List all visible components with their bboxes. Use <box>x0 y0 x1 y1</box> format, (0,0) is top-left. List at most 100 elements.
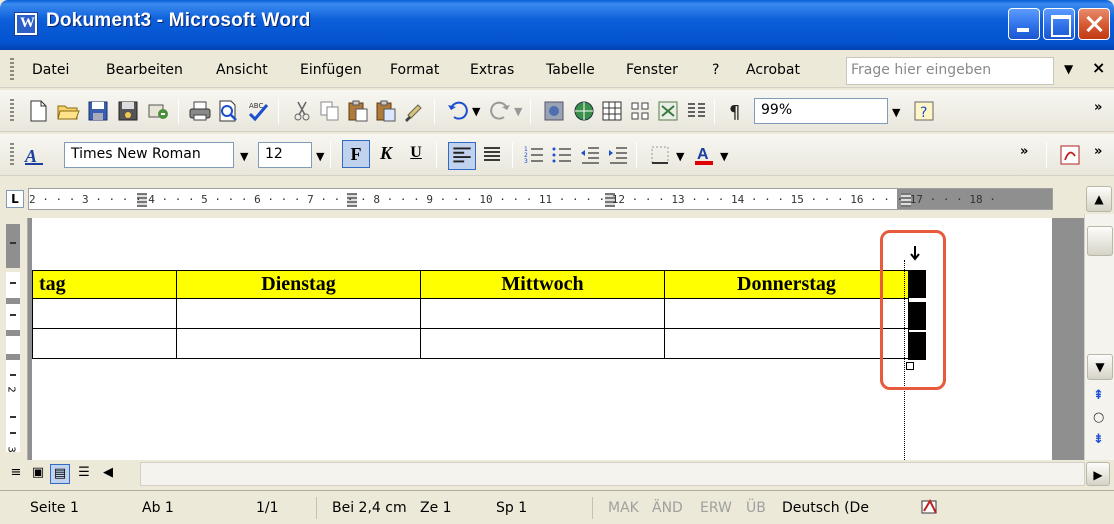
columns-icon[interactable] <box>684 99 708 123</box>
chevron-down-icon[interactable]: ▼ <box>1064 62 1073 76</box>
permission-icon[interactable] <box>116 99 140 123</box>
web-toolbar-icon[interactable] <box>572 99 596 123</box>
status-extend[interactable]: ERW <box>700 500 732 516</box>
menu-tabelle[interactable]: Tabelle <box>546 62 595 78</box>
bold-button[interactable]: F <box>342 140 370 168</box>
border-dropdown-icon[interactable]: ▼ <box>676 150 684 163</box>
help-search-input[interactable]: Frage hier eingeben <box>846 57 1054 85</box>
paragraph-marks-icon[interactable]: ¶ <box>724 99 748 123</box>
spelling-check-icon[interactable]: ABC <box>246 99 270 123</box>
paste-special-icon[interactable] <box>374 99 398 123</box>
increase-indent-icon[interactable] <box>606 143 630 167</box>
redo-dropdown-icon[interactable]: ▼ <box>514 105 522 118</box>
toolbar-overflow-icon[interactable]: » <box>1020 144 1028 159</box>
web-layout-icon[interactable]: ▣ <box>28 464 48 484</box>
save-icon[interactable] <box>86 99 110 123</box>
toolbar-overflow-icon[interactable]: » <box>1094 144 1102 159</box>
styles-icon[interactable]: A <box>22 143 46 167</box>
border-icon[interactable] <box>648 143 672 167</box>
word-document-icon[interactable]: W <box>14 12 38 36</box>
horizontal-scrollbar[interactable] <box>140 462 1085 486</box>
hyperlink-icon[interactable] <box>542 99 566 123</box>
spelling-status-icon[interactable] <box>920 497 944 517</box>
table-cell[interactable] <box>420 298 665 329</box>
undo-icon[interactable] <box>446 99 470 123</box>
scroll-right-button[interactable]: ▶ <box>1086 462 1110 486</box>
insert-table-icon[interactable] <box>628 99 652 123</box>
redo-icon[interactable] <box>488 99 512 123</box>
table-header-cell[interactable]: Dienstag <box>176 270 421 299</box>
font-color-icon[interactable]: A <box>692 143 716 167</box>
italic-button[interactable]: K <box>372 140 400 168</box>
print-icon[interactable] <box>188 99 212 123</box>
font-size-select[interactable]: 12 <box>258 142 312 168</box>
decrease-indent-icon[interactable] <box>578 143 602 167</box>
menu-help[interactable]: ? <box>712 62 719 78</box>
table-cell[interactable] <box>420 328 665 359</box>
scroll-thumb[interactable] <box>1087 226 1113 256</box>
table-cell[interactable] <box>176 328 421 359</box>
horizontal-ruler[interactable]: 2 · · · 3 · · · · 4 · · · 5 · · · 6 · · … <box>28 188 1053 210</box>
toolbar-grip[interactable] <box>10 99 14 123</box>
format-painter-icon[interactable] <box>402 99 426 123</box>
next-page-icon[interactable]: ⇟ <box>1093 432 1104 447</box>
zoom-dropdown-icon[interactable]: ▼ <box>892 106 900 119</box>
menu-fenster[interactable]: Fenster <box>626 62 678 78</box>
email-icon[interactable] <box>146 99 170 123</box>
open-folder-icon[interactable] <box>56 99 80 123</box>
menu-extras[interactable]: Extras <box>470 62 514 78</box>
table-header-cell[interactable]: Donnerstag <box>664 270 909 299</box>
font-dropdown-icon[interactable]: ▼ <box>240 150 248 163</box>
table-cell[interactable] <box>32 298 177 329</box>
weekday-table[interactable]: tag Dienstag Mittwoch Donnerstag <box>32 270 909 359</box>
vertical-ruler[interactable]: 2 3 <box>0 218 28 468</box>
insert-excel-icon[interactable] <box>656 99 680 123</box>
menu-format[interactable]: Format <box>390 62 439 78</box>
scroll-down-button[interactable]: ▼ <box>1087 354 1113 380</box>
minimize-button[interactable] <box>1008 8 1040 40</box>
tab-stop-selector[interactable]: L <box>6 190 24 208</box>
maximize-button[interactable] <box>1043 8 1075 40</box>
font-family-select[interactable]: Times New Roman <box>64 142 234 168</box>
outline-view-icon[interactable]: ☰ <box>74 464 94 484</box>
menu-ansicht[interactable]: Ansicht <box>216 62 268 78</box>
table-cell[interactable] <box>664 328 909 359</box>
cut-icon[interactable] <box>290 99 314 123</box>
status-macro-record[interactable]: MAK <box>608 500 639 516</box>
bullets-icon[interactable] <box>550 143 574 167</box>
font-color-dropdown-icon[interactable]: ▼ <box>720 150 728 163</box>
zoom-select[interactable]: 99% <box>754 98 888 124</box>
copy-icon[interactable] <box>318 99 342 123</box>
print-preview-icon[interactable] <box>216 99 240 123</box>
table-header-cell[interactable]: Mittwoch <box>420 270 665 299</box>
menu-einfuegen[interactable]: Einfügen <box>300 62 362 78</box>
justify-icon[interactable] <box>480 143 504 167</box>
status-language[interactable]: Deutsch (De <box>782 500 869 516</box>
previous-page-icon[interactable]: ⇞ <box>1093 388 1104 403</box>
menu-acrobat[interactable]: Acrobat <box>746 62 800 78</box>
status-track-changes[interactable]: ÄND <box>652 500 683 516</box>
numbering-icon[interactable]: 123 <box>522 143 546 167</box>
status-overtype[interactable]: ÜB <box>746 500 766 516</box>
menu-grip[interactable] <box>10 58 14 80</box>
close-button[interactable] <box>1078 8 1110 40</box>
table-cell[interactable] <box>664 298 909 329</box>
menu-datei[interactable]: Datei <box>32 62 69 78</box>
menu-bearbeiten[interactable]: Bearbeiten <box>106 62 183 78</box>
vertical-scrollbar[interactable]: ▼ ⇞ ○ ⇟ <box>1084 214 1114 488</box>
tables-borders-icon[interactable] <box>600 99 624 123</box>
underline-button[interactable]: U <box>402 140 430 168</box>
browse-object-icon[interactable]: ○ <box>1093 410 1104 425</box>
print-layout-icon[interactable]: ▤ <box>50 464 70 484</box>
pdf-icon[interactable] <box>1058 143 1082 167</box>
help-icon[interactable]: ? <box>912 99 936 123</box>
table-cell[interactable] <box>32 328 177 359</box>
toolbar-overflow-icon[interactable]: » <box>1094 100 1102 115</box>
close-document-icon[interactable]: × <box>1092 58 1105 77</box>
scroll-up-button[interactable]: ▲ <box>1086 186 1112 212</box>
scroll-left-icon[interactable]: ◀ <box>98 464 118 484</box>
table-cell[interactable] <box>176 298 421 329</box>
paste-icon[interactable] <box>346 99 370 123</box>
undo-dropdown-icon[interactable]: ▼ <box>472 105 480 118</box>
normal-view-icon[interactable]: ≡ <box>6 464 26 484</box>
